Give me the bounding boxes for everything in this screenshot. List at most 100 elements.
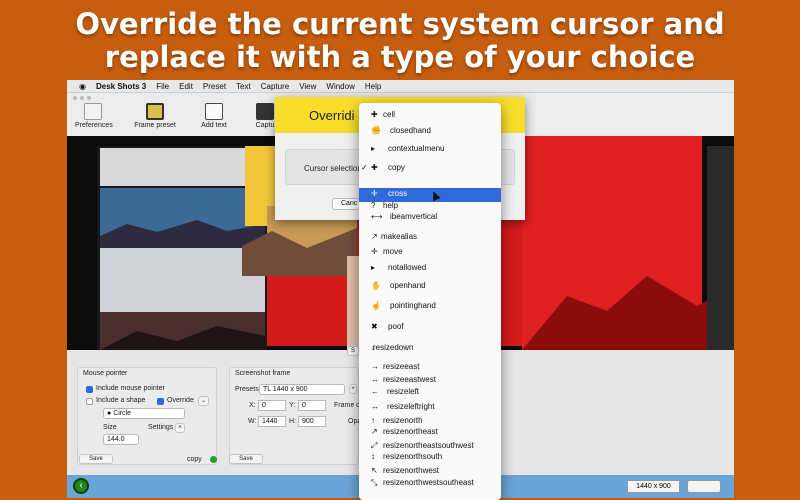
frame-preset-icon xyxy=(146,103,164,120)
menu-preset[interactable]: Preset xyxy=(203,82,226,91)
cursor-menu-item-openhand[interactable]: ✋ openhand xyxy=(359,279,501,293)
minimize-window-button[interactable] xyxy=(80,96,84,100)
menu-app-name[interactable]: Desk Shots 3 xyxy=(96,82,146,91)
cursor-menu-item-copy[interactable]: ✓ ✚ copy xyxy=(359,158,501,178)
presets-select[interactable]: TL 1440 x 900 xyxy=(259,384,345,395)
resizenortheast-cursor-icon: ↗ xyxy=(371,426,378,436)
cursor-menu-item-resizeeastwest[interactable]: ↔ resizeeastwest xyxy=(359,375,501,384)
cursor-menu-item-resizenortheast[interactable]: ↗ resizenortheast xyxy=(359,426,501,436)
cursor-menu-item-pointinghand[interactable]: ☝ pointinghand xyxy=(359,299,501,313)
add-text-button[interactable]: Add text xyxy=(199,103,229,129)
screenshot-frame-save-button[interactable]: Save xyxy=(229,454,263,464)
cursor-menu-item-resizenorthwest[interactable]: ↖ resizenorthwest xyxy=(359,466,501,475)
menu-file[interactable]: File xyxy=(156,82,169,91)
back-arrow-icon[interactable]: ‹ xyxy=(73,478,89,494)
cursor-menu-item-label: cell xyxy=(383,110,396,119)
add-text-icon xyxy=(205,103,223,120)
menu-view[interactable]: View xyxy=(299,82,316,91)
frame-preset-button[interactable]: Frame preset xyxy=(133,103,177,129)
presets-label: Presets: xyxy=(235,386,261,393)
include-mouse-pointer-label: Include mouse pointer xyxy=(96,385,165,392)
makealias-cursor-icon: ↗ xyxy=(371,232,378,241)
resizenorth-cursor-icon: ↑ xyxy=(371,415,375,425)
cursor-menu-item-poof[interactable]: ✖ poof xyxy=(359,319,501,335)
resizeeastwest-cursor-icon: ↔ xyxy=(371,375,379,384)
cursor-menu-item-resizeeast[interactable]: → resizeeast xyxy=(359,362,501,371)
cursor-menu-item-notallowed[interactable]: ▸ notallowed xyxy=(359,258,501,278)
cursor-menu-item-label: ibeamvertical xyxy=(390,212,438,221)
resizeleft-cursor-icon: ← xyxy=(371,387,379,396)
cursor-menu-item-label: resizeeastwest xyxy=(383,375,436,384)
include-mouse-pointer-checkbox[interactable] xyxy=(86,386,93,393)
headline-line-1: Override the current system cursor and xyxy=(75,7,725,41)
resolution-field[interactable]: 1440 x 900 xyxy=(627,480,680,493)
cursor-menu-item-resizedown[interactable]: ↓ resizedown xyxy=(359,343,501,352)
cell-cursor-icon: ✚ xyxy=(371,110,378,119)
cursor-menu-item-label: resizenorthsouth xyxy=(383,451,443,461)
mouse-pointer-save-button[interactable]: Save xyxy=(79,454,113,464)
apple-menu-icon[interactable]: ◉ xyxy=(79,82,86,91)
close-window-button[interactable] xyxy=(73,96,77,100)
dialog-title: Overridi xyxy=(309,108,355,123)
move-cursor-icon: ✛ xyxy=(371,247,378,256)
cursor-type-menu[interactable]: ✚ cell ✊ closedhand ▸ contextualmenu ✓ ✚ copy ✛ cr… xyxy=(359,103,501,500)
notallowed-cursor-icon: ▸ xyxy=(371,263,376,272)
menu-edit[interactable]: Edit xyxy=(179,82,193,91)
view-mode-segmented-control[interactable] xyxy=(687,480,721,493)
preferences-button[interactable]: Preferences xyxy=(75,103,113,129)
cursor-menu-item-help[interactable]: ? help xyxy=(359,201,501,210)
cursor-menu-item-label: move xyxy=(383,247,403,256)
x-label: X: xyxy=(249,402,256,409)
cursor-menu-item-label: resizenorthwestsoutheast xyxy=(383,478,474,487)
size-stepper[interactable]: 144.0 xyxy=(103,434,139,445)
cursor-menu-item-label: closedhand xyxy=(390,126,431,135)
override-options-button[interactable]: ⌄ xyxy=(198,396,209,406)
screenshot-frame-group xyxy=(229,367,359,465)
cursor-menu-item-resizenortheastsouthwest[interactable]: ⤢ resizenortheastsouthwest xyxy=(359,441,501,450)
copy-cursor-icon: ✚ xyxy=(371,163,378,172)
menu-text[interactable]: Text xyxy=(236,82,251,91)
cursor-menu-item-ibeamvertical[interactable]: ⟷ ibeamvertical xyxy=(359,210,501,224)
zoom-window-button[interactable] xyxy=(87,96,91,100)
copy-cursor-icon xyxy=(210,456,217,463)
cursor-menu-item-makealias[interactable]: ↗ makealias xyxy=(359,232,501,242)
menu-help[interactable]: Help xyxy=(365,82,381,91)
menu-window[interactable]: Window xyxy=(326,82,354,91)
add-preset-button[interactable]: + xyxy=(349,384,357,394)
tab-s[interactable]: S xyxy=(347,346,359,356)
pointinghand-cursor-icon: ☝ xyxy=(371,301,381,310)
override-label: Override xyxy=(167,397,194,404)
y-input[interactable]: 0 xyxy=(298,400,326,411)
cursor-menu-item-label: help xyxy=(383,201,399,210)
cursor-menu-item-resizeleftright[interactable]: ↔ resizeleftright xyxy=(359,402,501,411)
cursor-menu-item-resizenorthwestsoutheast[interactable]: ⤡ resizenorthwestsoutheast xyxy=(359,478,501,487)
circle-shape-icon: ● xyxy=(107,410,112,417)
w-input[interactable]: 1440 xyxy=(258,416,286,427)
contextualmenu-cursor-icon: ▸ xyxy=(371,144,376,153)
size-label: Size xyxy=(103,424,117,431)
screenshot-frame-title: Screenshot frame xyxy=(235,370,291,377)
include-shape-checkbox[interactable] xyxy=(86,398,93,405)
h-label: H: xyxy=(289,418,296,425)
cursor-menu-item-label: resizenortheastsouthwest xyxy=(383,441,474,450)
menu-capture[interactable]: Capture xyxy=(261,82,289,91)
cursor-menu-item-resizenorthsouth[interactable]: ↕ resizenorthsouth xyxy=(359,451,501,461)
capture-button[interactable]: Captu xyxy=(254,103,276,129)
cursor-menu-item-label: pointinghand xyxy=(390,301,436,310)
cursor-menu-item-resizenorth[interactable]: ↑ resizenorth xyxy=(359,415,501,425)
resizenorthwestsoutheast-cursor-icon: ⤡ xyxy=(371,478,378,487)
h-input[interactable]: 900 xyxy=(298,416,326,427)
x-input[interactable]: 0 xyxy=(258,400,286,411)
closedhand-cursor-icon: ✊ xyxy=(371,126,381,135)
override-checkbox[interactable] xyxy=(157,398,164,405)
cursor-menu-item-resizeleft[interactable]: ← resizeleft xyxy=(359,387,501,396)
cursor-menu-item-cell[interactable]: ✚ cell xyxy=(359,107,501,123)
settings-disclosure-button[interactable]: ˄ xyxy=(175,423,185,433)
cursor-menu-item-contextualmenu[interactable]: ▸ contextualmenu xyxy=(359,140,501,158)
cursor-menu-item-move[interactable]: ✛ move xyxy=(359,247,501,256)
cursor-menu-item-label: cross xyxy=(388,188,408,198)
cursor-menu-item-closedhand[interactable]: ✊ closedhand xyxy=(359,122,501,140)
shape-select[interactable]: ● Circle xyxy=(103,408,185,419)
capture-label: Captu xyxy=(255,122,275,129)
cancel-button[interactable]: Canc xyxy=(332,198,360,210)
